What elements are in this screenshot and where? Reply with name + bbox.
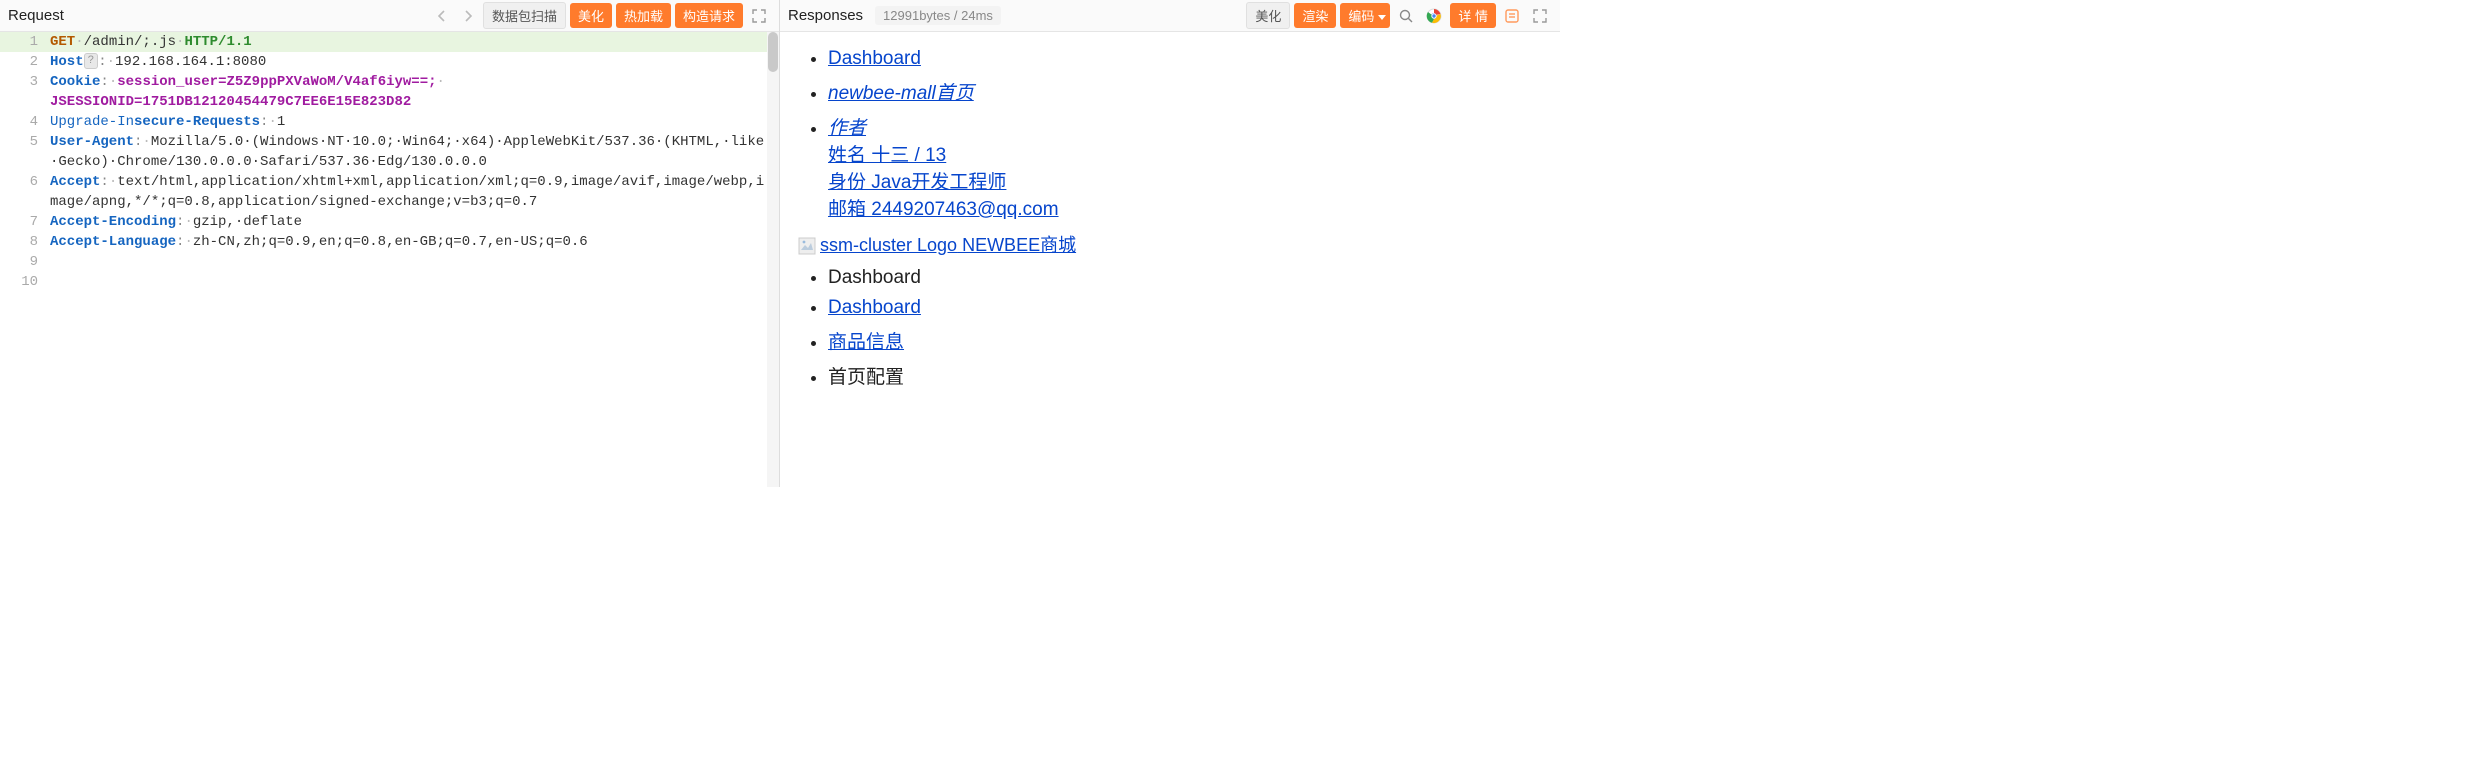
chevron-down-icon: [1378, 9, 1386, 24]
code-line[interactable]: [50, 252, 779, 272]
line-number: 1: [0, 32, 50, 52]
code-line[interactable]: Host?:·192.168.164.1:8080: [50, 52, 779, 72]
notes-icon[interactable]: [1500, 4, 1524, 28]
beautify-response-button[interactable]: 美化: [1246, 2, 1290, 29]
logo-line[interactable]: ssm-cluster Logo NEWBEE商城: [798, 231, 1544, 257]
line-number: 5: [0, 132, 50, 172]
render-button[interactable]: 渲染: [1294, 3, 1336, 28]
line-number: 6: [0, 172, 50, 212]
request-scrollbar[interactable]: [767, 32, 779, 487]
response-render[interactable]: Dashboard newbee-mall首页 作者 姓名 十三 / 13 身份…: [780, 32, 1560, 487]
list-item: Dashboard: [828, 48, 1544, 70]
list-item: newbee-mall首页: [828, 78, 1544, 105]
detail-button[interactable]: 详 情: [1450, 3, 1496, 28]
code-line[interactable]: Cookie:·session_user=Z5Z9ppPXVaWoM/V4af6…: [50, 72, 779, 112]
mall-home-link[interactable]: newbee-mall首页: [828, 83, 974, 104]
request-title: Request: [8, 7, 72, 24]
code-line[interactable]: Upgrade-Insecure-Requests:·1: [50, 112, 779, 132]
dashboard-link-2[interactable]: Dashboard: [828, 297, 921, 318]
code-line[interactable]: [50, 272, 779, 292]
code-line[interactable]: Accept:·text/html,application/xhtml+xml,…: [50, 172, 779, 212]
list-item: 商品信息: [828, 327, 1544, 354]
nav-next-icon[interactable]: [457, 5, 479, 27]
forge-request-button[interactable]: 构造请求: [675, 3, 743, 28]
chrome-icon[interactable]: [1422, 4, 1446, 28]
list-item: 作者 姓名 十三 / 13 身份 Java开发工程师 邮箱 2449207463…: [828, 113, 1544, 221]
list-item: Dashboard: [828, 267, 1544, 289]
code-line[interactable]: GET·/admin/;.js·HTTP/1.1: [50, 32, 779, 52]
line-number: 9: [0, 252, 50, 272]
beautify-request-button[interactable]: 美化: [570, 3, 612, 28]
line-number: 4: [0, 112, 50, 132]
code-line[interactable]: Accept-Language:·zh-CN,zh;q=0.9,en;q=0.8…: [50, 232, 779, 252]
response-title: Responses: [788, 7, 871, 24]
request-toolbar: Request 数据包扫描 美化 热加载 构造请求: [0, 0, 779, 32]
encode-button[interactable]: 编码: [1340, 3, 1390, 28]
request-editor[interactable]: 1 GET·/admin/;.js·HTTP/1.1 2 Host?:·192.…: [0, 32, 779, 487]
broken-image-icon: [798, 237, 816, 255]
line-number: 8: [0, 232, 50, 252]
code-line[interactable]: User-Agent:·Mozilla/5.0·(Windows·NT·10.0…: [50, 132, 779, 172]
line-number: 10: [0, 272, 50, 292]
logo-alt-link[interactable]: ssm-cluster Logo: [820, 235, 957, 255]
line-number: 2: [0, 52, 50, 72]
line-number: 3: [0, 72, 50, 112]
scan-button[interactable]: 数据包扫描: [483, 2, 566, 29]
request-panel: Request 数据包扫描 美化 热加载 构造请求 1 GET·/admin/;…: [0, 0, 780, 487]
list-item: Dashboard: [828, 297, 1544, 319]
logo-text-link[interactable]: NEWBEE商城: [957, 235, 1076, 255]
product-info-link[interactable]: 商品信息: [828, 332, 904, 353]
role-link[interactable]: 身份 Java开发工程师: [828, 172, 1006, 193]
line-number: 7: [0, 212, 50, 232]
list-item: 首页配置: [828, 362, 1544, 389]
nav-prev-icon[interactable]: [431, 5, 453, 27]
host-badge-icon: ?: [84, 53, 99, 69]
name-link[interactable]: 姓名 十三 / 13: [828, 145, 946, 166]
response-toolbar: Responses 12991bytes / 24ms 美化 渲染 编码 详 情: [780, 0, 1560, 32]
hotload-button[interactable]: 热加载: [616, 3, 671, 28]
response-size-time: 12991bytes / 24ms: [875, 6, 1001, 25]
response-panel: Responses 12991bytes / 24ms 美化 渲染 编码 详 情…: [780, 0, 1560, 487]
email-link[interactable]: 邮箱 2449207463@qq.com: [828, 199, 1059, 220]
expand-response-icon[interactable]: [1528, 4, 1552, 28]
expand-icon[interactable]: [747, 4, 771, 28]
search-icon[interactable]: [1394, 4, 1418, 28]
dashboard-link[interactable]: Dashboard: [828, 48, 921, 69]
code-line[interactable]: Accept-Encoding:·gzip,·deflate: [50, 212, 779, 232]
author-link[interactable]: 作者: [828, 118, 866, 139]
